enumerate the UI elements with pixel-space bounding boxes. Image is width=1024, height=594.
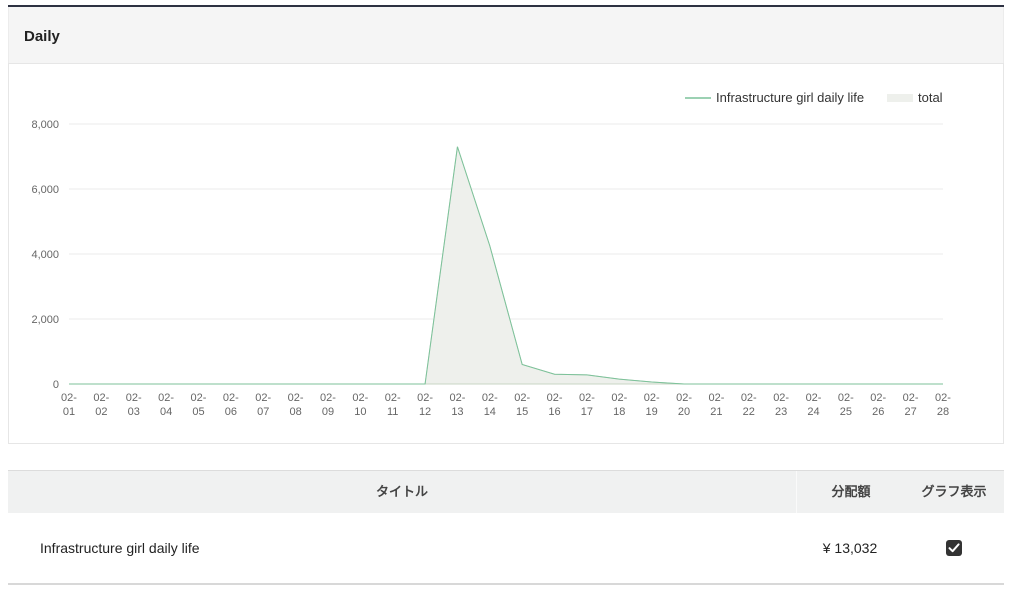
daily-area-chart: 0 2,000 4,000 6,000 8,000 02-01 02-02 02-03 02-0… bbox=[31, 90, 951, 418]
legend-label-series: Infrastructure girl daily life bbox=[716, 90, 864, 105]
legend-label-total: total bbox=[918, 90, 943, 105]
x-tick-label: 02-19 bbox=[644, 392, 660, 418]
x-tick-label: 02-08 bbox=[288, 392, 304, 418]
column-header-graph[interactable]: グラフ表示 bbox=[904, 471, 1004, 513]
x-tick-label: 02-21 bbox=[708, 392, 724, 418]
x-tick-label: 02-25 bbox=[838, 392, 854, 418]
x-tick-label: 02-28 bbox=[935, 392, 951, 418]
checkmark-icon bbox=[948, 543, 960, 552]
legend-swatch-total bbox=[887, 94, 913, 102]
x-tick-label: 02-18 bbox=[611, 392, 627, 418]
x-tick-label: 02-01 bbox=[61, 392, 77, 418]
table-header: タイトル 分配額 グラフ表示 bbox=[8, 470, 1004, 513]
distribution-table: タイトル 分配額 グラフ表示 Infrastructure girl daily… bbox=[8, 470, 1004, 585]
graph-visible-checkbox[interactable] bbox=[946, 539, 962, 556]
x-tick-label: 02-20 bbox=[676, 392, 692, 418]
x-tick-label: 02-11 bbox=[385, 392, 401, 418]
y-tick-label: 2,000 bbox=[31, 314, 59, 326]
x-tick-label: 02-23 bbox=[773, 392, 789, 418]
column-header-amount[interactable]: 分配額 bbox=[796, 471, 905, 513]
x-tick-label: 02-24 bbox=[806, 392, 822, 418]
x-tick-label: 02-13 bbox=[449, 392, 465, 418]
x-tick-label: 02-06 bbox=[223, 392, 239, 418]
x-tick-label: 02-15 bbox=[514, 392, 530, 418]
y-tick-label: 8,000 bbox=[31, 119, 59, 131]
x-tick-label: 02-22 bbox=[741, 392, 757, 418]
x-tick-label: 02-17 bbox=[579, 392, 595, 418]
x-tick-label: 02-02 bbox=[93, 392, 109, 418]
total-area bbox=[69, 146, 943, 385]
x-tick-label: 02-26 bbox=[870, 392, 886, 418]
x-tick-label: 02-04 bbox=[158, 392, 174, 418]
x-tick-label: 02-05 bbox=[191, 392, 207, 418]
x-tick-label: 02-16 bbox=[547, 392, 563, 418]
row-title: Infrastructure girl daily life bbox=[40, 540, 200, 556]
row-amount: ¥ 13,032 bbox=[822, 540, 878, 556]
table-row: Infrastructure girl daily life ¥ 13,032 bbox=[8, 513, 1004, 585]
y-tick-label: 4,000 bbox=[31, 249, 59, 261]
x-tick-label: 02-03 bbox=[126, 392, 142, 418]
x-tick-label: 02-27 bbox=[903, 392, 919, 418]
x-tick-label: 02-09 bbox=[320, 392, 336, 418]
y-tick-label: 6,000 bbox=[31, 184, 59, 196]
row-graph-toggle bbox=[904, 513, 1004, 583]
y-tick-label: 0 bbox=[53, 379, 59, 391]
column-header-title[interactable]: タイトル bbox=[8, 471, 796, 513]
x-tick-label: 02-07 bbox=[255, 392, 271, 418]
daily-chart-container: 0 2,000 4,000 6,000 8,000 02-01 02-02 02-03 02-0… bbox=[8, 63, 1004, 444]
x-tick-label: 02-14 bbox=[482, 392, 498, 418]
x-tick-label: 02-12 bbox=[417, 392, 433, 418]
panel-header: Daily bbox=[8, 7, 1004, 63]
panel-title: Daily bbox=[24, 28, 60, 45]
x-tick-label: 02-10 bbox=[352, 392, 368, 418]
